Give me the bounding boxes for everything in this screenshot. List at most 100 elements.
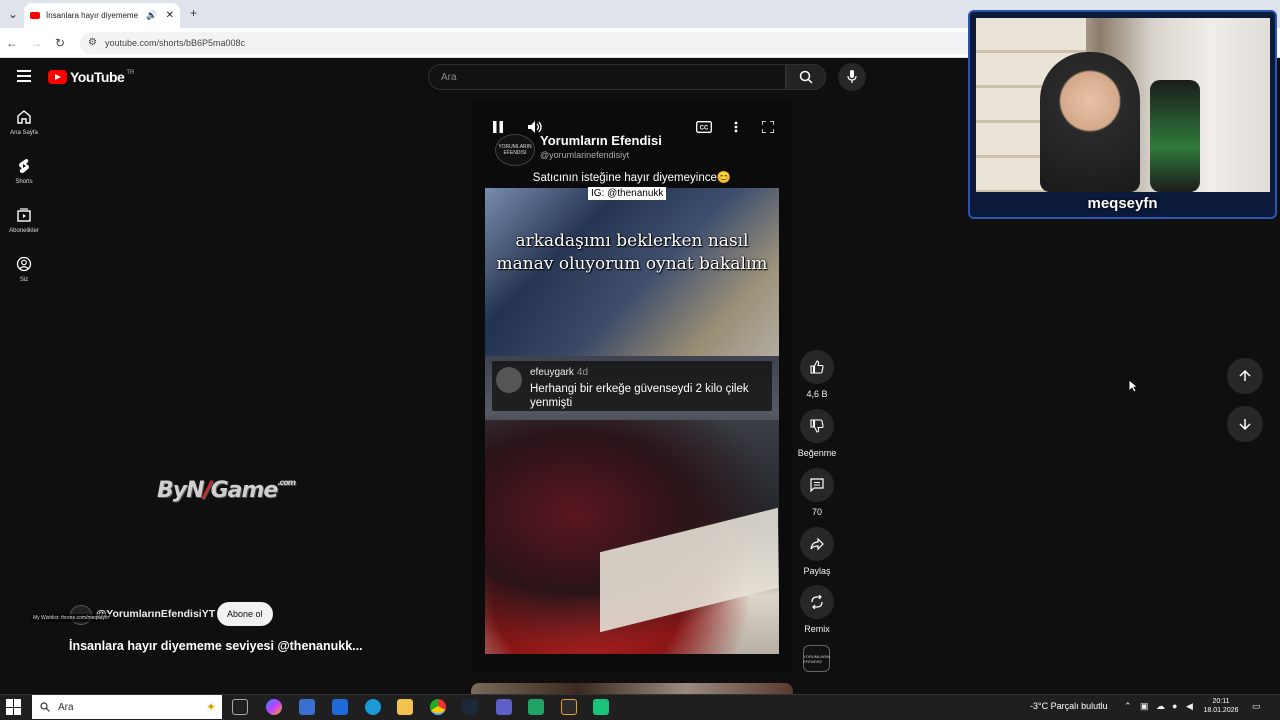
more-vertical-icon [734,121,738,133]
tray-mic-icon[interactable]: ● [1172,701,1177,711]
tray-expand-icon[interactable]: ⌃ [1124,701,1132,712]
copilot-sparkle-icon: ✦ [205,700,216,714]
steam-icon[interactable] [462,699,478,715]
excel-icon[interactable] [528,699,544,715]
arrow-down-icon [1239,419,1251,430]
comment-count: 70 [811,507,822,517]
search-input[interactable]: Ara [428,64,786,90]
tray-device-icon[interactable]: ▣ [1140,701,1149,712]
subscribe-button[interactable]: Abone ol [217,602,273,626]
webcam-chair [1150,80,1200,192]
notifications-icon[interactable]: ▭ [1252,701,1261,712]
sidebar-item-shorts[interactable]: Shorts [0,158,48,185]
weather-widget[interactable]: -3°C Parçalı bulutlu [1030,701,1108,711]
audio-playing-icon[interactable]: 🔊 [146,10,157,21]
account-icon [16,256,32,272]
tab-title: İnsanlara hayır diyememe s [46,11,139,20]
more-options-button[interactable] [728,119,744,135]
fullscreen-icon [762,121,774,133]
youtube-play-icon [48,70,67,84]
fullscreen-button[interactable] [760,119,776,135]
dislike-button[interactable]: Beğenme [796,409,838,458]
outlook-icon[interactable] [332,699,348,715]
youtube-favicon-icon [30,12,40,19]
back-icon[interactable]: ← [0,36,24,50]
remix-icon [811,595,823,609]
shorts-icon [19,159,29,173]
arrow-up-icon [1239,370,1251,381]
like-button[interactable]: 4,6 B [796,350,838,399]
thumbs-up-icon [810,360,824,374]
captions-icon: CC [696,121,712,133]
comments-button[interactable]: 70 [796,468,838,517]
share-button[interactable]: Paylaş [796,527,838,576]
search-button[interactable] [786,64,826,90]
sidebar-item-label: Abonelikler [9,228,39,234]
bottom-channel-name[interactable]: @YorumlarınEfendisiYT [96,608,215,620]
copilot-icon[interactable] [266,699,282,715]
url-text: youtube.com/shorts/bB6P5ma008c [104,37,246,48]
search-icon [799,70,813,84]
video-channel-handle: @yorumlarinefendisiyt [540,150,630,160]
tray-cloud-icon[interactable]: ☁ [1156,701,1165,712]
comment-avatar [496,367,522,393]
channel-avatar-button[interactable]: YORUMLARIN EFENDISI [803,645,830,672]
next-short-button[interactable] [1227,406,1263,442]
video-caption: Satıcının isteğine hayır diyemeyince😊 [532,172,732,184]
home-icon [17,110,31,124]
sidebar-item-home[interactable]: Ana Sayfa [0,109,48,136]
logo-text: YouTube [70,69,125,85]
browser-tab[interactable]: İnsanlara hayır diyememe s 🔊 ✕ [24,3,180,28]
video-overlay-text: arkadaşımı beklerken nasıl manav oluyoru… [496,231,768,274]
short-title[interactable]: İnsanlara hayır diyememe seviyesi @thena… [69,639,363,653]
reload-icon[interactable]: ↻ [48,36,72,50]
dislike-label: Beğenme [797,448,837,458]
comment-author: efeuygark 4d [530,367,589,378]
search-placeholder: Ara [441,71,457,83]
obs-icon[interactable] [561,699,577,715]
url-input[interactable]: ⚙ youtube.com/shorts/bB6P5ma008c [80,31,980,54]
video-channel-avatar: YORUMLARIN EFENDISI [495,134,535,166]
taskbar-search-input[interactable]: Ara ✦ [32,695,222,719]
forward-icon[interactable]: → [24,36,48,50]
sidebar-item-label: Shorts [15,179,33,185]
pause-button[interactable] [490,119,506,135]
thumbs-down-icon [810,419,824,433]
remix-button[interactable]: Remix [796,585,838,634]
microphone-icon [847,70,857,83]
chrome-icon[interactable] [430,699,446,715]
mouse-cursor-icon [1128,379,1138,393]
windows-start-icon[interactable] [6,699,22,715]
share-icon [810,537,824,551]
teams-icon[interactable] [496,699,512,715]
task-view-icon[interactable] [232,699,248,715]
captions-button[interactable]: CC [696,119,712,135]
tab-list-button[interactable]: ⌄ [8,7,18,21]
pause-icon [493,121,503,133]
new-tab-button[interactable]: + [190,6,197,20]
close-tab-icon[interactable]: ✕ [166,10,174,21]
store-icon[interactable] [299,699,315,715]
sidebar-item-you[interactable]: Siz [0,256,48,283]
svg-text:CC: CC [700,126,709,132]
previous-short-button[interactable] [1227,358,1263,394]
comment-text: Herhangi bir erkeğe güvenseydi 2 kilo çi… [530,383,749,409]
sidebar-item-label: Siz [19,277,29,283]
edge-icon[interactable] [365,699,381,715]
subscriptions-icon [17,208,31,222]
menu-icon[interactable] [17,70,31,82]
stream-watermark: ByN/Game.com [157,478,296,503]
file-explorer-icon[interactable] [397,699,413,715]
tray-volume-icon[interactable]: ◀ [1186,701,1193,712]
volume-icon [528,121,542,133]
sidebar-item-subscriptions[interactable]: Abonelikler [0,207,48,234]
video-channel-name: Yorumların Efendisi [540,133,662,148]
site-info-icon[interactable]: ⚙ [88,37,97,48]
voice-search-button[interactable] [838,63,866,91]
stream-wishlist-label: My Wishlist: throne.com/meqseyfn [31,614,112,622]
volume-button[interactable] [527,119,543,135]
youtube-logo[interactable]: YouTube TR [48,69,134,85]
taskbar-clock[interactable]: 20:11 18.01.2026 [1198,697,1244,715]
webcam-person [1040,52,1140,192]
app-icon[interactable] [593,699,609,715]
